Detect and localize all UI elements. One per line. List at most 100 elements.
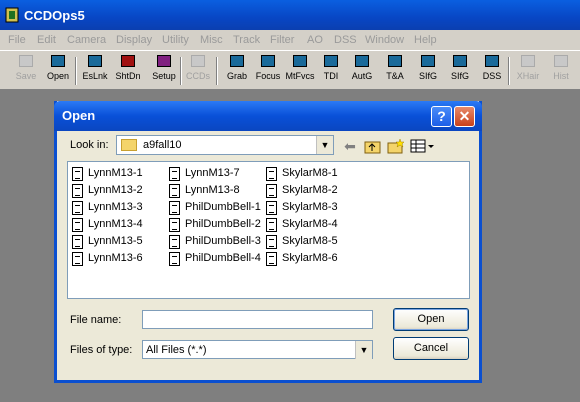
toolbar-label: Grab [226, 71, 247, 81]
folder-icon [121, 139, 137, 151]
file-name: SkylarM8-5 [282, 235, 338, 247]
file-name: LynnM13-7 [185, 167, 240, 179]
look-in-label: Look in: [70, 139, 109, 151]
files-of-type-label: Files of type: [70, 344, 133, 356]
file-name: SkylarM8-3 [282, 201, 338, 213]
menu-filter[interactable]: Filter [270, 34, 294, 46]
file-name: LynnM13-6 [88, 252, 143, 264]
document-icon [169, 218, 180, 232]
menu-help[interactable]: Help [414, 34, 437, 46]
document-icon [266, 252, 277, 266]
mtfvcs-icon [293, 55, 307, 67]
toolbar: Save Open EsLnk ShtDn Setup CCDs Grab Focus MtFv… [0, 50, 580, 90]
file-name: SkylarM8-2 [282, 184, 338, 196]
document-icon [266, 184, 277, 198]
new-folder-icon[interactable] [387, 138, 405, 154]
file-list[interactable]: LynnM13-1 LynnM13-2 LynnM13-3 LynnM13-4 Lynn… [67, 161, 470, 299]
setup-icon [157, 55, 171, 67]
xhair-icon [521, 55, 535, 67]
toolbar-mtfvcs-button[interactable]: MtFvcs [285, 55, 315, 89]
toolbar-label: TDI [323, 71, 339, 81]
dialog-title-bar[interactable]: Open ? ✕ [54, 101, 482, 131]
files-of-type-value: All Files (*.*) [146, 344, 207, 356]
close-button[interactable]: ✕ [454, 106, 475, 127]
file-name: PhilDumbBell-3 [185, 235, 261, 247]
toolbar-setup-button[interactable]: Setup [149, 55, 179, 89]
file-name: LynnM13-2 [88, 184, 143, 196]
menu-edit[interactable]: Edit [37, 34, 56, 46]
file-name: LynnM13-8 [185, 184, 240, 196]
help-button[interactable]: ? [431, 106, 452, 127]
chevron-down-icon[interactable]: ▼ [316, 136, 333, 154]
document-icon [72, 201, 83, 215]
toolbar-ccds-button[interactable]: CCDs [183, 55, 213, 89]
toolbar-ta-button[interactable]: T&A [380, 55, 410, 89]
menu-window[interactable]: Window [365, 34, 404, 46]
toolbar-open-button[interactable]: Open [43, 55, 73, 89]
toolbar-label: ShtDn [115, 71, 141, 81]
file-name: LynnM13-1 [88, 167, 143, 179]
toolbar-save-button[interactable]: Save [11, 55, 41, 89]
ta-icon [388, 55, 402, 67]
menu-dss[interactable]: DSS [334, 34, 357, 46]
toolbar-autg-button[interactable]: AutG [347, 55, 377, 89]
toolbar-focus-button[interactable]: Focus [253, 55, 283, 89]
toolbar-shtdn-button[interactable]: ShtDn [113, 55, 143, 89]
toolbar-eslnk-button[interactable]: EsLnk [80, 55, 110, 89]
toolbar-xhair-button[interactable]: XHair [513, 55, 543, 89]
toolbar-tdi-button[interactable]: TDI [316, 55, 346, 89]
app-title: CCDOps5 [24, 8, 85, 23]
file-name: PhilDumbBell-1 [185, 201, 261, 213]
ccds-icon [191, 55, 205, 67]
document-icon [72, 167, 83, 181]
toolbar-separator [508, 57, 510, 85]
dialog-title: Open [62, 108, 96, 123]
focus-icon [261, 55, 275, 67]
file-name-input[interactable] [142, 310, 373, 329]
toolbar-grab-button[interactable]: Grab [222, 55, 252, 89]
toolbar-label: AutG [351, 71, 373, 81]
file-name: LynnM13-3 [88, 201, 143, 213]
toolbar-label: Open [46, 71, 70, 81]
sifg-icon [421, 55, 435, 67]
dss-icon [485, 55, 499, 67]
menu-utility[interactable]: Utility [162, 34, 189, 46]
toolbar-label: Focus [255, 71, 281, 81]
toolbar-hist-button[interactable]: Hist [546, 55, 576, 89]
menu-file[interactable]: File [8, 34, 26, 46]
document-icon [169, 184, 180, 198]
menu-track[interactable]: Track [233, 34, 260, 46]
toolbar-dss-button[interactable]: DSS [477, 55, 507, 89]
up-folder-icon[interactable] [364, 138, 382, 154]
open-button[interactable]: Open [393, 308, 469, 331]
file-name-label: File name: [70, 314, 122, 326]
toolbar-label: Save [15, 71, 37, 81]
chevron-down-icon[interactable]: ▼ [355, 341, 372, 359]
toolbar-sifg-button[interactable]: SIfG [413, 55, 443, 89]
toolbar-label: XHair [516, 71, 540, 81]
file-name: LynnM13-4 [88, 218, 143, 230]
view-menu-icon[interactable] [410, 138, 436, 154]
document-icon [169, 167, 180, 181]
menu-bar: File Edit Camera Display Utility Misc Track Fil… [0, 30, 580, 50]
document-icon [72, 252, 83, 266]
grab-icon [230, 55, 244, 67]
toolbar-label: SIfG [450, 71, 469, 81]
toolbar-label: Setup [152, 71, 176, 81]
files-of-type-dropdown[interactable]: All Files (*.*) ▼ [142, 340, 373, 359]
document-icon [266, 201, 277, 215]
file-name: SkylarM8-4 [282, 218, 338, 230]
toolbar-label: SIfG [418, 71, 437, 81]
eslnk-icon [88, 55, 102, 67]
look-in-dropdown[interactable]: a9fall10 ▼ [116, 135, 334, 155]
cancel-button[interactable]: Cancel [393, 337, 469, 360]
menu-misc[interactable]: Misc [200, 34, 223, 46]
document-icon [72, 184, 83, 198]
menu-display[interactable]: Display [116, 34, 152, 46]
document-icon [169, 252, 180, 266]
back-arrow-icon[interactable]: ⬅ [341, 138, 359, 154]
document-icon [72, 235, 83, 249]
toolbar-sifg-button[interactable]: SIfG [445, 55, 475, 89]
menu-ao[interactable]: AO [307, 34, 323, 46]
menu-camera[interactable]: Camera [67, 34, 106, 46]
